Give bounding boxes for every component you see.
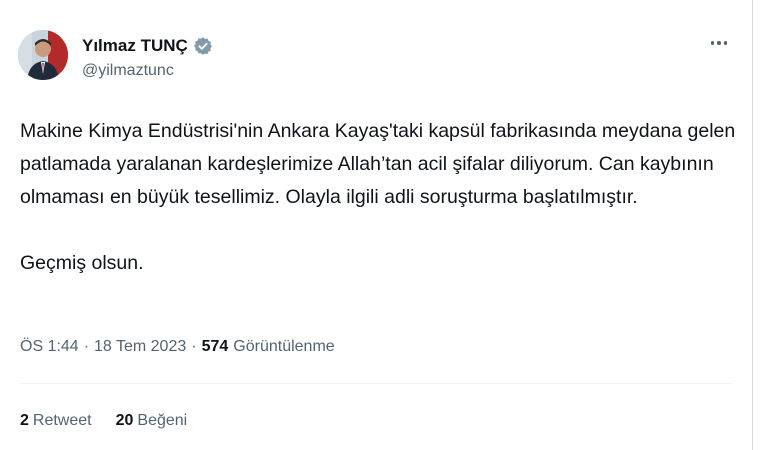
likes-link[interactable]: 20 Beğeni [116,412,188,430]
verified-badge-icon [193,37,212,55]
likes-label: Beğeni [137,412,188,429]
tweet-paragraph: Geçmiş olsun. [20,252,144,274]
more-icon[interactable] [704,34,734,52]
tweet-paragraph: Makine Kimya Endüstrisi'nin Ankara Kayaş… [20,120,736,208]
views-count: 574 [201,338,229,355]
avatar[interactable] [18,30,68,80]
views-label: Görüntülenme [233,338,335,355]
tweet-text: Makine Kimya Endüstrisi'nin Ankara Kayaş… [20,115,740,280]
column-border [752,0,753,450]
engagement-stats: 2 Retweet 20 Beğeni [20,412,187,430]
tweet-time[interactable]: ÖS 1:44 [20,338,79,356]
author-handle[interactable]: @yilmaztunc [82,62,174,80]
meta-separator: · [191,338,197,355]
retweets-label: Retweet [32,412,92,429]
tweet-card: Yılmaz TUNÇ @yilmaztunc Makine Kimya End… [0,0,752,450]
retweets-link[interactable]: 2 Retweet [20,412,92,430]
tweet-date[interactable]: 18 Tem 2023 [94,338,186,356]
divider [20,383,732,384]
tweet-meta: ÖS 1:44 · 18 Tem 2023 · 574 Görüntülenme [20,338,335,356]
likes-count: 20 [115,412,134,429]
profile-photo-icon [18,30,68,80]
author-name-row: Yılmaz TUNÇ [82,36,213,56]
meta-separator: · [83,338,90,355]
retweets-count: 2 [20,412,29,429]
author-name[interactable]: Yılmaz TUNÇ [82,36,188,56]
